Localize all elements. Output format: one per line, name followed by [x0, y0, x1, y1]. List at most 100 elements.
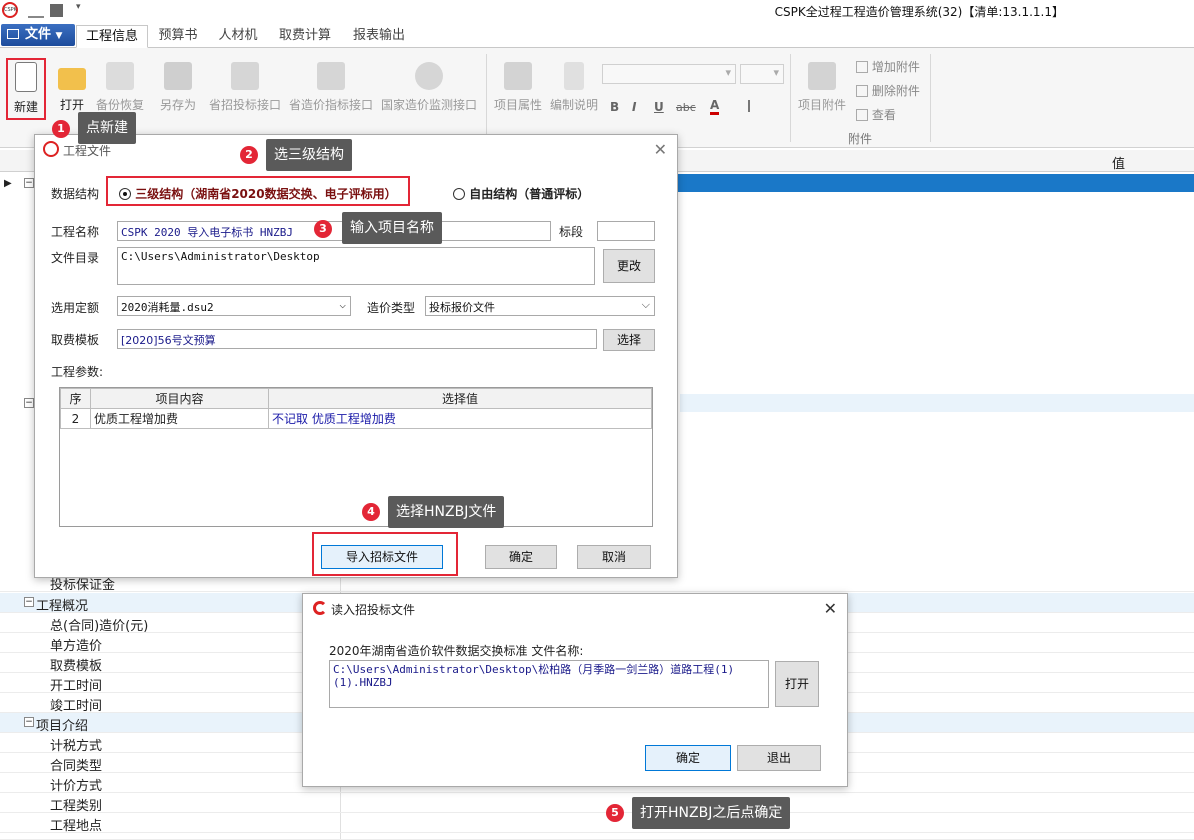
- select-template-button[interactable]: 选择: [603, 329, 655, 351]
- quick-access-dropdown-icon[interactable]: ▾: [76, 2, 92, 18]
- group-row-highlight: [680, 394, 1194, 412]
- fee-template-input[interactable]: [2020]56号文预算: [117, 329, 597, 349]
- chevron-down-icon: ⌵: [641, 298, 650, 311]
- font-name-select[interactable]: ▾: [602, 64, 736, 84]
- open-button-label: 打开: [59, 98, 84, 112]
- font-size-select[interactable]: ▾: [740, 64, 784, 84]
- edit-icon[interactable]: [28, 2, 44, 18]
- national-monitor-interface-button[interactable]: 国家造价监测接口: [378, 58, 480, 118]
- exit-button[interactable]: 退出: [737, 745, 821, 771]
- attachment-group-label: 附件: [848, 132, 873, 146]
- collapse-icon[interactable]: −: [24, 717, 34, 727]
- row-label: 计税方式: [50, 739, 103, 754]
- row-label: 工程类别: [50, 799, 103, 814]
- compile-notes-button[interactable]: 编制说明: [546, 58, 602, 118]
- project-attachment-button[interactable]: 项目附件: [794, 58, 850, 118]
- app-title: CSPK全过程工程造价管理系统(32)【清单:13.1.1.1】: [774, 5, 1064, 19]
- dialog-title: 读入招投标文件: [331, 603, 416, 617]
- project-name-label: 工程名称: [51, 225, 100, 239]
- tab-report[interactable]: 报表输出: [346, 25, 412, 48]
- collapse-icon[interactable]: −: [24, 178, 34, 188]
- file-menu-button[interactable]: 文件 ▼: [1, 24, 75, 46]
- collapse-icon[interactable]: −: [24, 398, 34, 408]
- ok-button[interactable]: 确定: [645, 745, 731, 771]
- save-icon[interactable]: [50, 4, 63, 17]
- quota-label: 选用定额: [51, 301, 100, 315]
- provincial-bid-interface-label: 省招投标接口: [208, 98, 281, 112]
- app-logo-icon: [43, 141, 59, 157]
- tab-budget[interactable]: 预算书: [150, 25, 206, 48]
- index-interface-icon: [317, 62, 345, 90]
- dialog-title-bar[interactable]: 读入招投标文件 ✕: [303, 594, 847, 624]
- delete-attachment-button[interactable]: 删除附件: [856, 82, 920, 99]
- file-directory-input[interactable]: C:\Users\Administrator\Desktop: [117, 247, 595, 285]
- align-icon[interactable]: [748, 100, 762, 112]
- section-input[interactable]: [597, 221, 655, 241]
- provincial-index-interface-button[interactable]: 省造价指标接口: [286, 58, 376, 118]
- project-properties-button[interactable]: 项目属性: [490, 58, 546, 118]
- strikethrough-button[interactable]: abc: [676, 101, 696, 114]
- chevron-down-icon: ⌵: [339, 298, 346, 311]
- params-cell-value[interactable]: 不记取 优质工程增加费: [268, 408, 652, 429]
- section-label: 标段: [559, 225, 584, 239]
- tab-fee-calc[interactable]: 取费计算: [272, 25, 338, 48]
- tab-materials[interactable]: 人材机: [210, 25, 266, 48]
- cancel-button[interactable]: 取消: [577, 545, 651, 569]
- bold-button[interactable]: B: [610, 100, 619, 114]
- font-color-button[interactable]: A: [710, 98, 720, 115]
- params-label: 工程参数:: [51, 365, 104, 379]
- annotation-callout: 输入项目名称: [342, 212, 442, 244]
- open-file-button[interactable]: 打开: [775, 661, 819, 707]
- monitor-interface-icon: [415, 62, 443, 90]
- chevron-down-icon: ▼: [55, 31, 63, 41]
- row-label: 标段: [50, 835, 76, 839]
- params-grid: 序 项目内容 选择值 2 优质工程增加费 不记取 优质工程增加费: [60, 388, 652, 429]
- provincial-bid-interface-button[interactable]: 省招投标接口: [204, 58, 286, 118]
- project-attachment-label: 项目附件: [797, 98, 846, 112]
- params-cell-content: 优质工程增加费: [90, 408, 269, 429]
- tab-project-info[interactable]: 工程信息: [76, 25, 148, 48]
- backup-restore-label: 备份恢复: [95, 98, 144, 112]
- annotation-callout: 打开HNZBJ之后点确定: [632, 797, 791, 829]
- underline-button[interactable]: U: [654, 100, 664, 114]
- read-bid-file-dialog: 读入招投标文件 ✕ 2020年湖南省造价软件数据交换标准 文件名称: C:\Us…: [302, 593, 848, 787]
- backup-restore-button[interactable]: 备份恢复: [90, 58, 150, 118]
- radio-free-structure[interactable]: 自由结构（普通评标）: [453, 185, 589, 202]
- save-as-icon: [164, 62, 192, 90]
- cost-type-select[interactable]: 投标报价文件 ⌵: [425, 296, 655, 316]
- save-as-button[interactable]: 另存为: [148, 58, 208, 118]
- project-name-input[interactable]: CSPK 2020 导入电子标书 HNZBJ: [117, 221, 551, 241]
- step-number: 4: [362, 503, 380, 521]
- backup-icon: [106, 62, 134, 90]
- project-properties-label: 项目属性: [493, 98, 542, 112]
- step-number: 1: [52, 120, 70, 138]
- ok-button[interactable]: 确定: [485, 545, 557, 569]
- delete-attachment-label: 删除附件: [871, 84, 920, 98]
- open-folder-icon: [58, 68, 86, 90]
- params-cell-no: 2: [60, 408, 91, 429]
- collapse-icon[interactable]: −: [24, 597, 34, 607]
- add-attachment-button[interactable]: 增加附件: [856, 58, 920, 75]
- tree-row[interactable]: 标段: [0, 833, 1194, 840]
- row-label: 取费模板: [50, 659, 103, 674]
- change-directory-button[interactable]: 更改: [603, 249, 655, 283]
- close-icon[interactable]: ✕: [824, 599, 837, 618]
- radio-free-structure-label: 自由结构（普通评标）: [469, 187, 590, 201]
- ribbon-separator: [930, 54, 931, 142]
- view-attachment-button[interactable]: 查看: [856, 106, 896, 123]
- params-table: 序 项目内容 选择值 2 优质工程增加费 不记取 优质工程增加费: [59, 387, 653, 527]
- quota-select[interactable]: 2020消耗量.dsu2 ⌵: [117, 296, 351, 316]
- step-number: 2: [240, 146, 258, 164]
- tree-row[interactable]: 工程类别: [0, 793, 1194, 814]
- close-icon[interactable]: ✕: [654, 140, 667, 159]
- exchange-standard-label: 2020年湖南省造价软件数据交换标准 文件名称:: [329, 644, 584, 658]
- table-row[interactable]: 2 优质工程增加费 不记取 优质工程增加费: [60, 408, 652, 429]
- italic-button[interactable]: I: [632, 100, 636, 114]
- tree-row[interactable]: 工程地点: [0, 813, 1194, 834]
- row-label: 开工时间: [50, 679, 103, 694]
- bid-file-path-input[interactable]: C:\Users\Administrator\Desktop\松柏路（月季路一剑…: [329, 660, 769, 708]
- highlight-three-level-radio: [106, 176, 410, 206]
- dialog-title: 工程文件: [63, 144, 112, 158]
- annotation-callout: 点新建: [78, 112, 136, 144]
- params-col-value: 选择值: [268, 388, 652, 409]
